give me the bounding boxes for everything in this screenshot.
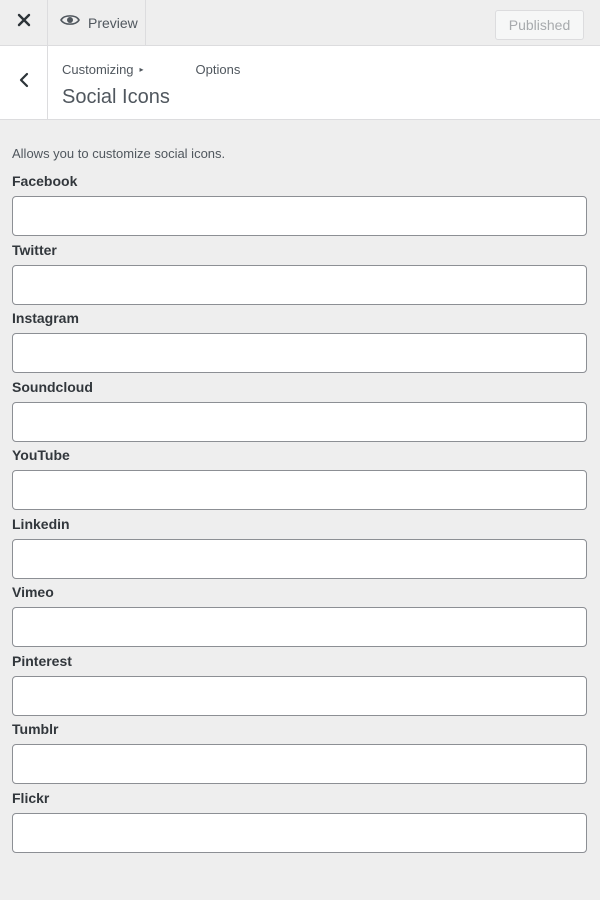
flickr-label: Flickr xyxy=(12,789,50,806)
field-twitter: Twitter xyxy=(12,241,587,310)
chevron-left-icon xyxy=(18,72,30,93)
breadcrumb-root: Customizing xyxy=(62,62,134,77)
section-header: Customizing ▸ Options Social Icons xyxy=(0,46,600,120)
field-vimeo: Vimeo xyxy=(12,583,587,652)
pinterest-input[interactable] xyxy=(12,675,587,716)
back-button[interactable] xyxy=(0,46,48,119)
section-description: Allows you to customize social icons. xyxy=(12,146,226,161)
section-content: Allows you to customize social icons. Fa… xyxy=(12,120,587,857)
flickr-input[interactable] xyxy=(12,812,587,853)
pinterest-label: Pinterest xyxy=(12,652,72,669)
linkedin-input[interactable] xyxy=(12,538,587,579)
field-facebook: Facebook xyxy=(12,172,587,241)
breadcrumb-parent: Options xyxy=(195,62,241,77)
youtube-label: YouTube xyxy=(12,447,70,463)
youtube-input[interactable] xyxy=(12,470,587,510)
field-flickr: Flickr xyxy=(12,789,587,858)
vimeo-label: Vimeo xyxy=(12,584,54,600)
instagram-input[interactable] xyxy=(12,333,587,373)
customizer-topbar: Preview Published xyxy=(0,0,600,46)
preview-label: Preview xyxy=(88,14,138,31)
instagram-label: Instagram xyxy=(12,310,79,326)
eye-icon xyxy=(60,13,80,32)
close-icon xyxy=(17,13,31,32)
social-field-list: Facebook Twitter Instagram Soundcloud Yo… xyxy=(12,172,587,857)
breadcrumb-separator: ▸ xyxy=(139,65,144,74)
field-soundcloud: Soundcloud xyxy=(12,378,587,447)
field-tumblr: Tumblr xyxy=(12,720,587,789)
field-youtube: YouTube xyxy=(12,446,587,515)
page-title: Social Icons xyxy=(62,86,170,108)
field-linkedin: Linkedin xyxy=(12,515,587,584)
tumblr-label: Tumblr xyxy=(12,721,59,737)
facebook-label: Facebook xyxy=(12,173,78,189)
field-instagram: Instagram xyxy=(12,309,587,378)
soundcloud-label: Soundcloud xyxy=(12,378,93,395)
facebook-input[interactable] xyxy=(12,196,587,236)
tumblr-input[interactable] xyxy=(12,744,587,784)
twitter-input[interactable] xyxy=(12,264,587,305)
published-button[interactable]: Published xyxy=(495,10,584,40)
vimeo-input[interactable] xyxy=(12,607,587,647)
linkedin-label: Linkedin xyxy=(12,515,70,532)
preview-button[interactable]: Preview xyxy=(48,0,146,45)
twitter-label: Twitter xyxy=(12,241,57,258)
close-button[interactable] xyxy=(0,0,48,45)
breadcrumb: Customizing ▸ Options xyxy=(62,62,240,77)
field-pinterest: Pinterest xyxy=(12,652,587,721)
soundcloud-input[interactable] xyxy=(12,401,587,442)
